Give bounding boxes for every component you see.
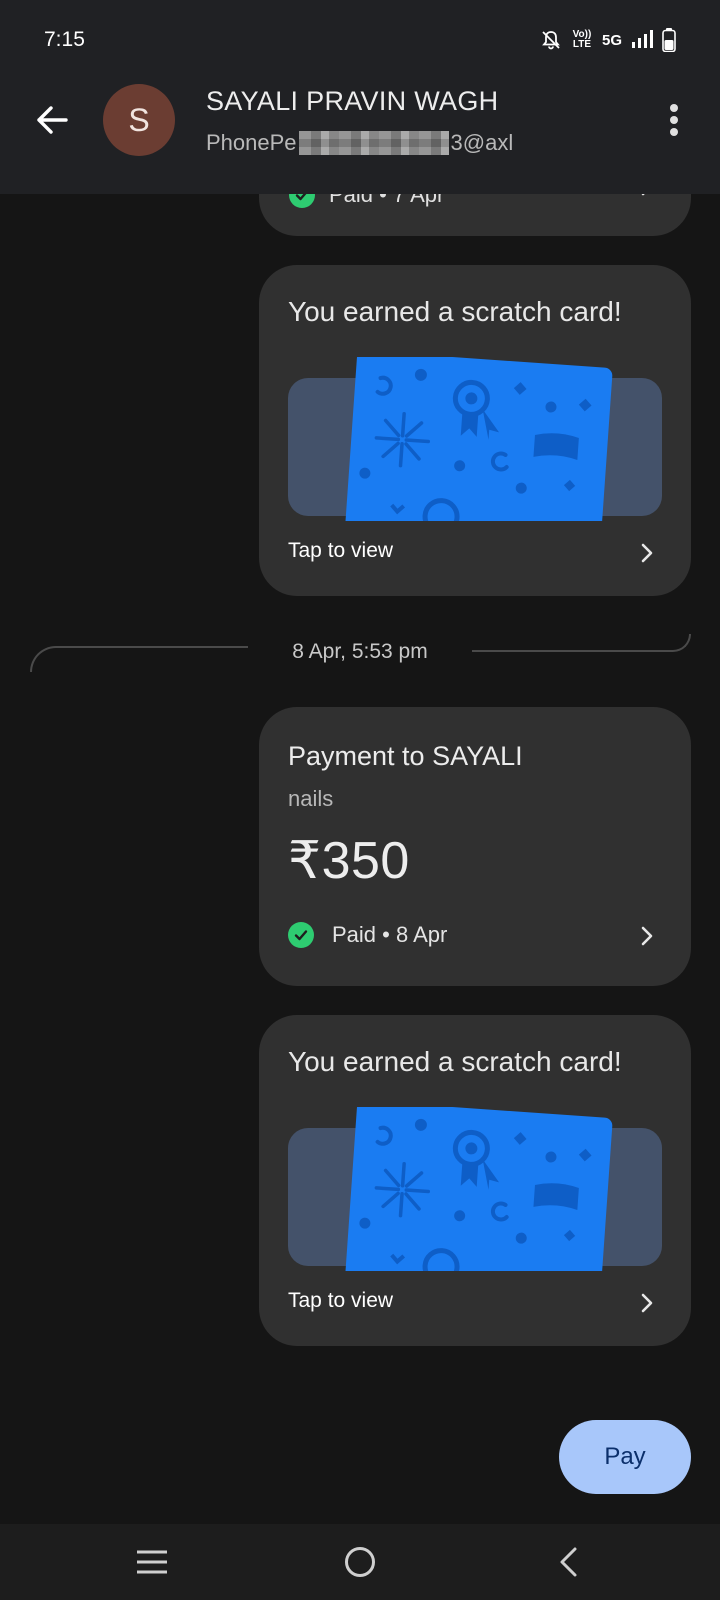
scratch-card-image[interactable]	[288, 1107, 662, 1271]
home-circle-icon	[345, 1547, 375, 1577]
contact-name[interactable]: SAYALI PRAVIN WAGH	[206, 86, 498, 117]
scratch-card-graphic	[344, 357, 613, 521]
tap-to-view-label: Tap to view	[288, 539, 394, 562]
recent-apps-icon	[137, 1550, 167, 1574]
recent-apps-button[interactable]	[128, 1542, 176, 1582]
tap-to-view-label: Tap to view	[288, 1289, 394, 1312]
payment-status-text: Paid • 8 Apr	[332, 922, 448, 947]
notifications-off-icon	[542, 31, 560, 50]
chevron-right-icon	[641, 926, 653, 946]
network-type: 5G	[601, 31, 622, 49]
pay-button[interactable]: Pay	[559, 1420, 691, 1494]
system-back-button[interactable]	[544, 1542, 592, 1582]
avatar[interactable]: S	[103, 84, 175, 156]
back-button[interactable]	[28, 96, 76, 144]
scratch-card-bubble[interactable]: You earned a scratch card! Tap to view	[259, 1015, 691, 1346]
upi-prefix: PhonePe	[206, 130, 297, 155]
chevron-right-icon	[641, 543, 653, 563]
scratch-card-graphic	[344, 1107, 613, 1271]
date-separator-line-right	[472, 634, 691, 652]
menu-dot-icon	[670, 128, 678, 136]
system-navigation-bar	[0, 1524, 720, 1600]
volte-indicator: Vo)) LTE	[572, 29, 592, 50]
chevron-left-icon	[560, 1547, 577, 1577]
payment-amount: ₹350	[288, 832, 410, 890]
scratch-card-title: You earned a scratch card!	[288, 1046, 622, 1077]
status-icons: Vo)) LTE 5G	[540, 28, 676, 52]
arrow-back-icon	[37, 106, 68, 134]
signal-strength-icon	[632, 30, 653, 48]
date-separator-line-left	[30, 646, 248, 672]
paid-check-icon	[288, 922, 314, 948]
status-time: 7:15	[44, 28, 85, 51]
menu-dot-icon	[670, 104, 678, 112]
overflow-menu-button[interactable]	[662, 100, 686, 140]
scratch-card-bubble[interactable]: You earned a scratch card! Tap to view	[259, 265, 691, 596]
payment-status: Paid • 8 Apr	[288, 922, 447, 948]
scratch-card-image[interactable]	[288, 357, 662, 521]
contact-upi-id: PhonePe 3@axl	[206, 130, 513, 156]
app-header: 7:15 Vo)) LTE 5G S SAYALI PRAVIN WAGH Ph…	[0, 0, 720, 194]
home-button[interactable]	[336, 1542, 384, 1582]
redacted-upi-segment	[298, 131, 449, 155]
payment-title: Payment to SAYALI	[288, 741, 523, 771]
scratch-card-title: You earned a scratch card!	[288, 296, 622, 327]
payment-bubble[interactable]: Payment to SAYALI nails ₹350 Paid • 8 Ap…	[259, 707, 691, 986]
menu-dot-icon	[670, 116, 678, 124]
date-separator: 8 Apr, 5:53 pm	[292, 640, 428, 663]
payment-note: nails	[288, 786, 334, 811]
upi-suffix: 3@axl	[450, 130, 514, 155]
chevron-right-icon	[641, 1293, 653, 1313]
battery-icon	[662, 28, 676, 52]
